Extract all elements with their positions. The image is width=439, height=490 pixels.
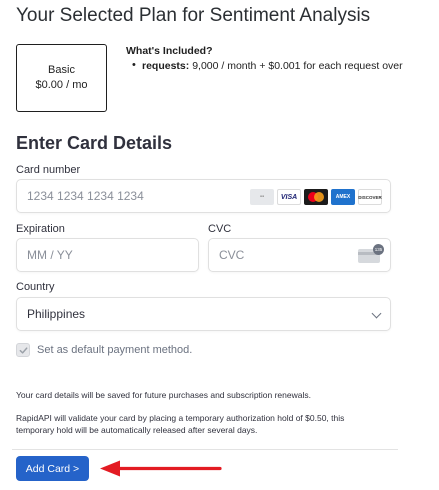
included-item-key: requests: (142, 60, 190, 72)
country-select[interactable]: Philippines (16, 297, 391, 331)
default-payment-checkbox[interactable] (16, 343, 30, 357)
discover-icon: DISCOVER (358, 189, 382, 205)
expiration-label: Expiration (16, 223, 65, 235)
plan-price: $0.00 / mo (35, 79, 88, 91)
check-icon (19, 346, 27, 354)
card-number-input[interactable]: 1234 1234 1234 1234 ▪▪ VISA AMEX DISCOVE… (16, 179, 391, 213)
red-arrow-icon (100, 460, 222, 477)
hold-note-line-2: temporary hold will be automatically rel… (16, 425, 258, 435)
visa-icon: VISA (277, 189, 301, 205)
plan-card[interactable]: Basic $0.00 / mo (16, 44, 107, 112)
plan-name: Basic (48, 64, 75, 76)
page-title: Your Selected Plan for Sentiment Analysi… (16, 5, 371, 26)
save-note: Your card details will be saved for futu… (16, 390, 311, 400)
expiration-input[interactable]: MM / YY (16, 238, 199, 272)
country-value: Philippines (27, 307, 86, 321)
default-payment-label: Set as default payment method. (37, 344, 193, 356)
amex-icon: AMEX (331, 189, 355, 205)
cvc-label: CVC (208, 223, 232, 235)
bullet-icon: • (132, 59, 136, 71)
chevron-down-icon (371, 308, 382, 319)
cvc-input[interactable]: CVC 135 (208, 238, 391, 272)
add-card-button[interactable]: Add Card > (16, 456, 89, 481)
card-section-title: Enter Card Details (16, 133, 173, 153)
mastercard-icon (304, 189, 328, 205)
generic-card-icon: ▪▪ (250, 189, 274, 205)
included-section: What's Included? • requests: 9,000 / mon… (126, 45, 439, 72)
included-item-value: 9,000 / month + $0.001 for each request … (192, 60, 403, 72)
card-brand-logos: ▪▪ VISA AMEX DISCOVER (250, 189, 382, 205)
cvc-card-icon: 135 (358, 244, 384, 263)
hold-note-line-1: RapidAPI will validate your card by plac… (16, 413, 345, 423)
included-title: What's Included? (126, 45, 213, 57)
cvc-placeholder: CVC (219, 248, 245, 262)
divider (12, 449, 398, 450)
expiration-placeholder: MM / YY (27, 248, 73, 262)
card-number-placeholder: 1234 1234 1234 1234 (27, 189, 144, 203)
card-number-label: Card number (16, 164, 81, 176)
included-item: • requests: 9,000 / month + $0.001 for e… (126, 59, 439, 72)
country-label: Country (16, 281, 55, 293)
